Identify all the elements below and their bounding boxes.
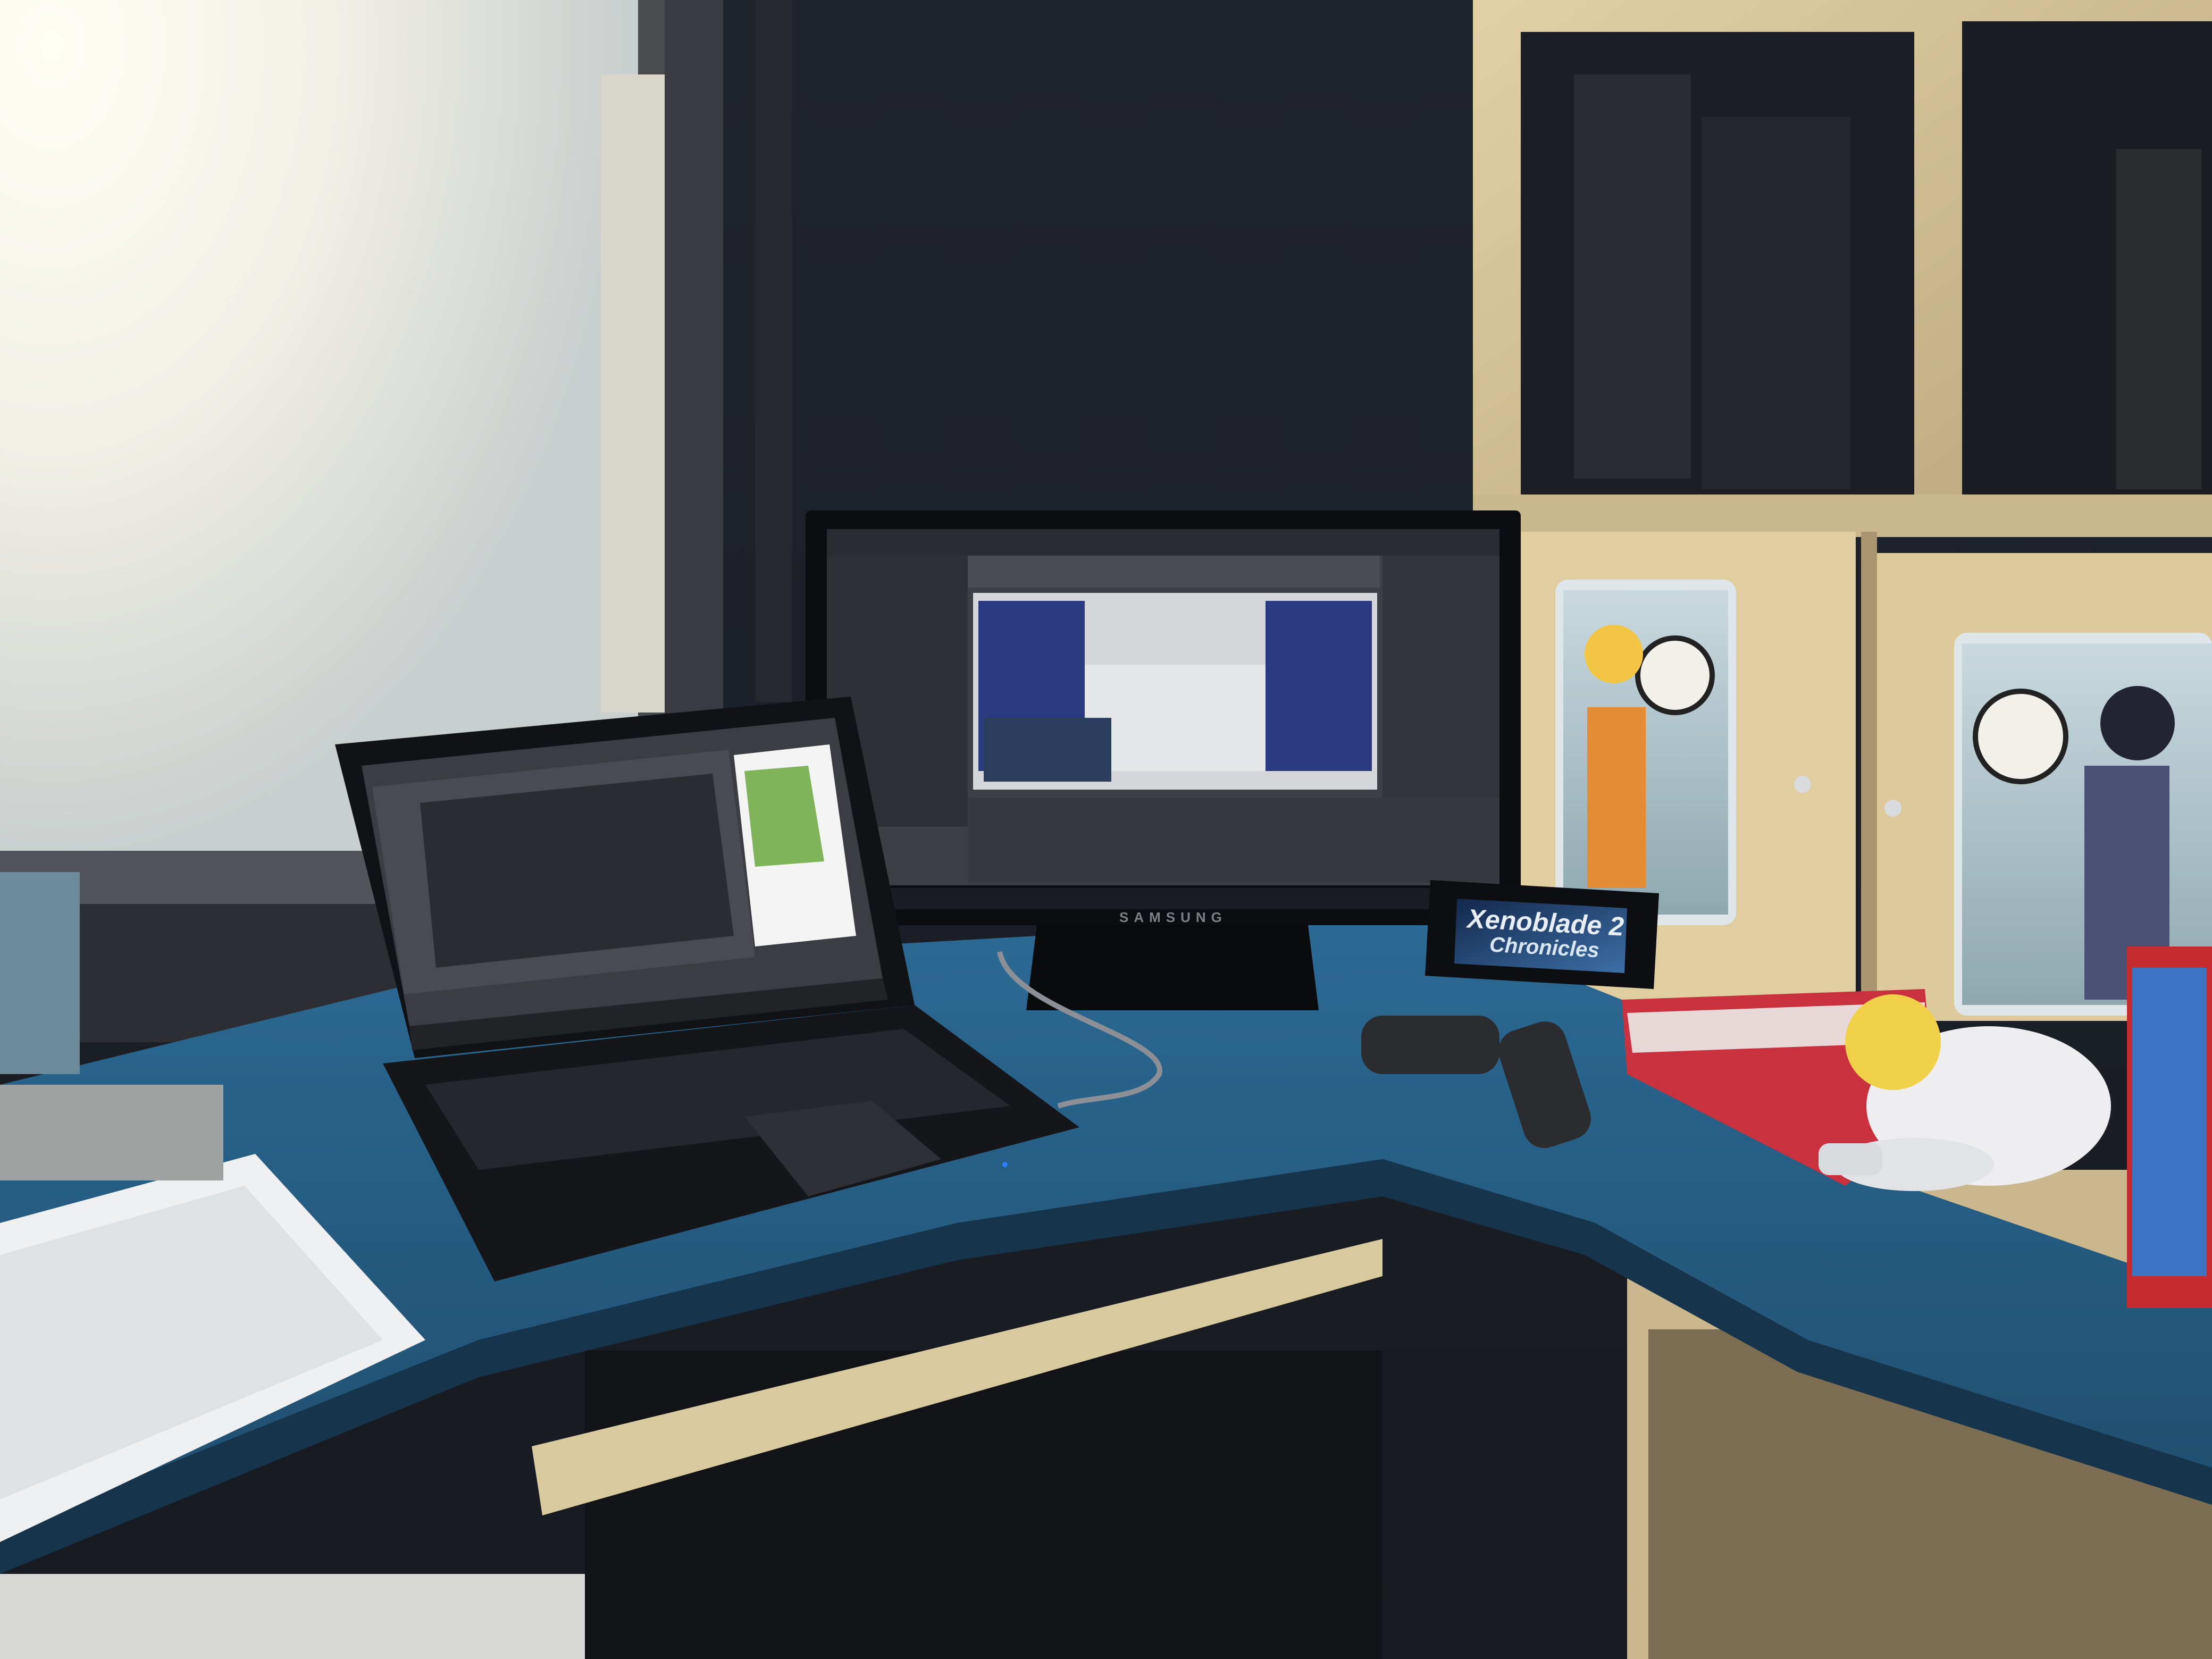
photo-scene: SAMSUNG Xenoblade 2 Chronicles [0,0,2212,1659]
monitor-brand-label: SAMSUNG [1119,909,1227,925]
scene-drawing [0,0,2212,1659]
anime-poster-left [1555,580,1736,925]
switch-screen-text: Xenoblade 2 Chronicles [1458,903,1631,978]
